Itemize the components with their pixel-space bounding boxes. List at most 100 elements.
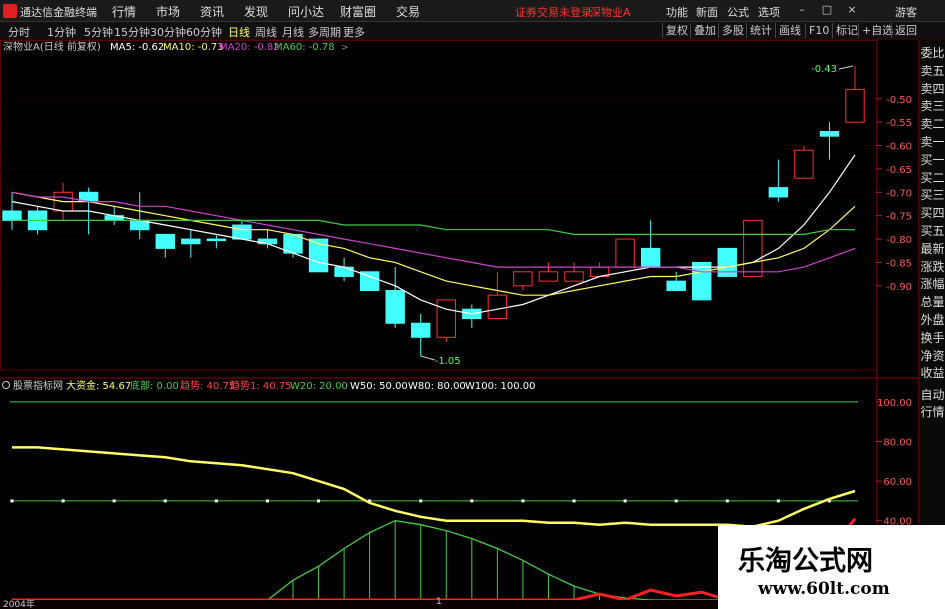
side-menu-item-8[interactable]: 买三 [920, 186, 945, 203]
side-menu-item-17[interactable]: 净资 [920, 347, 945, 364]
menu-item-gongshi[interactable]: 公式 [727, 4, 749, 20]
menu-item-youke[interactable]: 游客 [895, 4, 917, 20]
ma-value-label-3: MA60: -0.78 [274, 42, 335, 53]
period-tab-4[interactable]: 30分钟 [150, 24, 186, 40]
menu-item-hangqing[interactable]: 行情 [112, 3, 136, 20]
high-price-label: -0.43 [811, 64, 837, 75]
time-marker-label: 1 [436, 597, 442, 607]
period-tab-3[interactable]: 15分钟 [114, 24, 150, 40]
maximize-icon[interactable]: □ [820, 3, 834, 17]
main-y-tick-label: -0.65 [886, 165, 912, 176]
period-tab-8[interactable]: 月线 [282, 24, 304, 40]
w50-dot [317, 499, 321, 503]
title-bar: 通达信金融终端 行情 市场 资讯 发现 问小达 财富圈 交易 证券交易未登录 深… [0, 0, 945, 22]
side-menu-item-14[interactable]: 总量 [920, 293, 945, 310]
ma-expand-arrow-icon: > [341, 43, 349, 53]
w50-dot [776, 499, 780, 503]
side-menu-item-5[interactable]: 卖一 [920, 133, 945, 150]
period-tab-6[interactable]: 日线 [228, 24, 250, 40]
toolbar-button-6[interactable]: 标记 [832, 23, 861, 38]
side-menu-item-6[interactable]: 买一 [920, 151, 945, 168]
low-arrow [420, 355, 435, 361]
side-menu-item-10[interactable]: 买五 [920, 222, 945, 239]
side-menu-item-0[interactable]: 委比 [920, 44, 945, 61]
menu-item-caifuquan[interactable]: 财富圈 [340, 3, 376, 20]
side-menu-item-18[interactable]: 收益 [920, 364, 945, 381]
toolbar-button-2[interactable]: 多股 [718, 23, 747, 38]
candle-body [819, 131, 840, 137]
toolbar-button-1[interactable]: 叠加 [690, 23, 719, 38]
side-menu-item-15[interactable]: 外盘 [920, 311, 945, 328]
menu-item-xinmian[interactable]: 新面 [696, 4, 718, 20]
side-menu-item-2[interactable]: 卖四 [920, 80, 945, 97]
menu-item-faxian[interactable]: 发现 [244, 3, 268, 20]
menu-item-shichang[interactable]: 市场 [156, 3, 180, 20]
main-y-tick-label: -0.55 [886, 118, 912, 129]
side-menu-item-12[interactable]: 涨跌 [920, 258, 945, 275]
kline-chart[interactable]: -0.50 -0.55 -0.60 -0.65 -0.70 -0.75 -0.80 -0.85… [0, 40, 918, 600]
w50-dot [214, 499, 218, 503]
chart-area[interactable]: -0.50 -0.55 -0.60 -0.65 -0.70 -0.75 -0.80 -0.85… [0, 40, 918, 600]
period-tab-5[interactable]: 60分钟 [186, 24, 222, 40]
menu-item-gongneng[interactable]: 功能 [666, 4, 688, 20]
side-menu-bottom-item-1[interactable]: 行情 [920, 403, 945, 420]
indicator-value-label-1: 底部: 0.00 [130, 379, 179, 392]
candle-body [436, 299, 456, 338]
watermark-url: www.60lt.com [758, 579, 890, 599]
low-price-label: -1.05 [435, 356, 461, 367]
candle-body [564, 271, 584, 282]
period-tab-10[interactable]: 更多 [343, 24, 365, 40]
period-tab-1[interactable]: 1分钟 [47, 24, 76, 40]
minimize-icon[interactable]: – [795, 3, 809, 17]
side-menu-item-11[interactable]: 最新 [920, 240, 945, 257]
watermark: 乐淘公式网 www.60lt.com [718, 525, 945, 609]
login-status[interactable]: 证券交易未登录 [515, 4, 592, 20]
close-icon[interactable]: × [845, 3, 859, 17]
period-tab-9[interactable]: 多周期 [308, 24, 341, 40]
candle-body [743, 219, 763, 277]
indicator-value-label-0: 大资金: 54.67 [66, 379, 131, 392]
candle-body [155, 233, 175, 249]
main-y-tick-label: -0.75 [886, 212, 912, 223]
menu-item-xuanxiang[interactable]: 选项 [758, 4, 780, 20]
side-menu-item-3[interactable]: 卖三 [920, 97, 945, 114]
candle-body [487, 294, 508, 320]
year-label: 2004年 [3, 600, 35, 609]
big-fund-line [12, 446, 856, 528]
side-menu-item-7[interactable]: 买二 [920, 169, 945, 186]
toolbar-button-5[interactable]: F10 [805, 23, 832, 38]
indicator-value-label-7: W100: 100.00 [465, 381, 536, 392]
period-tab-0[interactable]: 分时 [8, 24, 30, 40]
w50-dot [112, 499, 116, 503]
w50-dot [470, 499, 474, 503]
indicator-value-label-5: W50: 50.00 [350, 381, 408, 392]
side-menu-item-16[interactable]: 换手 [920, 329, 945, 346]
toolbar-button-0[interactable]: 复权 [662, 23, 691, 38]
candle-body [794, 149, 814, 179]
side-menu-item-1[interactable]: 卖五 [920, 62, 945, 79]
menu-item-wenxiaoda[interactable]: 问小达 [288, 3, 324, 20]
main-y-tick-label: -0.90 [886, 282, 912, 293]
toolbar-button-3[interactable]: 统计 [746, 23, 775, 38]
period-tab-7[interactable]: 周线 [255, 24, 277, 40]
menu-item-zixun[interactable]: 资讯 [200, 3, 224, 20]
sub-y-tick-label: 100.00 [877, 398, 912, 409]
side-menu-item-13[interactable]: 涨幅 [920, 275, 945, 292]
side-menu-item-9[interactable]: 买四 [920, 204, 945, 221]
stock-chart-label: 深物业A(日线 前复权) [3, 40, 101, 53]
indicator-value-label-4: W20: 20.00 [290, 381, 348, 392]
app-logo-icon [3, 4, 17, 18]
menu-item-jiaoyi[interactable]: 交易 [396, 3, 420, 20]
w50-dot [572, 499, 576, 503]
candle-body [513, 271, 533, 287]
w50-dot [623, 499, 627, 503]
toolbar-button-8[interactable]: 返回 [891, 23, 920, 38]
side-menu-item-4[interactable]: 卖二 [920, 115, 945, 132]
side-menu-bottom-item-0[interactable]: 自动 [920, 386, 945, 403]
toolbar-button-4[interactable]: 画线 [775, 23, 804, 38]
indicator-value-label-3: 趋势1: 40.75 [230, 379, 292, 392]
candle-body [615, 238, 635, 268]
app-window: 通达信金融终端 行情 市场 资讯 发现 问小达 财富圈 交易 证券交易未登录 深… [0, 0, 945, 609]
candle-body [411, 322, 431, 338]
period-tab-2[interactable]: 5分钟 [84, 24, 113, 40]
